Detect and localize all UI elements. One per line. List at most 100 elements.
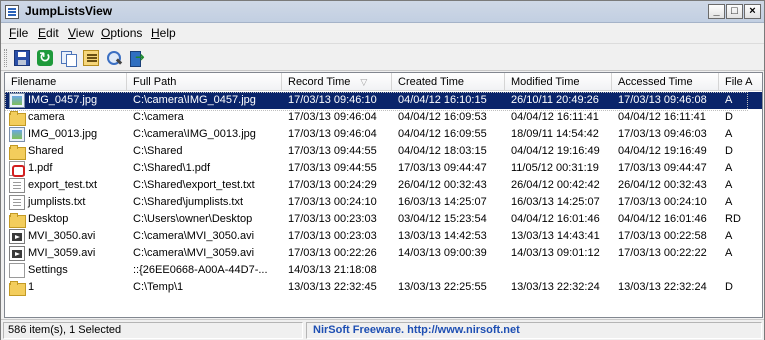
- properties-button[interactable]: [81, 48, 101, 68]
- window-title: JumpListsView: [25, 4, 113, 18]
- cell-filename: IMG_0457.jpg: [5, 92, 127, 109]
- menu-file[interactable]: File: [9, 26, 28, 40]
- table-row[interactable]: jumplists.txt C:\Shared\jumplists.txt 17/0…: [5, 194, 762, 211]
- cell-created-time: 14/03/13 09:00:39: [398, 247, 487, 259]
- cell-modified-time: 16/03/13 14:25:07: [511, 196, 600, 208]
- folder-file-icon: [9, 110, 26, 126]
- cell-filename: Shared: [5, 143, 127, 160]
- cell-file-attributes: A: [725, 230, 733, 242]
- table-row[interactable]: export_test.txt C:\Shared\export_test.txt…: [5, 177, 762, 194]
- table-row[interactable]: camera C:\camera 17/03/13 09:46:04 04/04/12…: [5, 109, 762, 126]
- table-row[interactable]: Settings::{26EE0668-A00A-44D7-... 14/03/1…: [5, 262, 762, 279]
- cell-full-path: C:\camera\MVI_3059.avi: [133, 247, 255, 259]
- doc-file-icon: [9, 178, 25, 193]
- column-header-file-attributes[interactable]: File A: [719, 73, 762, 91]
- app-icon: [5, 5, 19, 19]
- cell-created-time: 04/04/12 16:09:55: [398, 128, 487, 140]
- filename-text: MVI_3050.avi: [28, 230, 96, 242]
- cell-modified-time: 11/05/12 00:31:19: [511, 162, 599, 174]
- column-header-record-time[interactable]: Record Time ▽: [282, 73, 392, 91]
- toolbar: [1, 43, 764, 71]
- cell-record-time: 17/03/13 00:23:03: [288, 213, 377, 225]
- cell-accessed-time: 17/03/13 00:22:22: [618, 247, 707, 259]
- cell-file-attributes: A: [725, 128, 733, 140]
- maximize-button[interactable]: □: [726, 4, 743, 19]
- find-button[interactable]: [104, 48, 124, 68]
- exit-button[interactable]: [127, 48, 147, 68]
- cell-accessed-time: 17/03/13 09:46:03: [618, 128, 707, 140]
- cell-filename: MVI_3050.avi: [5, 228, 127, 245]
- cell-filename: Desktop: [5, 211, 127, 228]
- cell-accessed-time: 17/03/13 09:46:08: [618, 94, 707, 106]
- cell-full-path: C:\Users\owner\Desktop: [133, 213, 253, 225]
- filename-text: 1: [28, 281, 35, 293]
- filename-text: camera: [28, 111, 65, 123]
- table-row[interactable]: MVI_3050.avi C:\camera\MVI_3050.avi 17/03/…: [5, 228, 762, 245]
- save-button[interactable]: [12, 48, 32, 68]
- table-row[interactable]: Shared C:\Shared 17/03/13 09:44:55 04/04/12…: [5, 143, 762, 160]
- find-icon: [106, 50, 122, 66]
- cell-record-time: 17/03/13 00:24:29: [288, 179, 377, 191]
- cell-file-attributes: A: [725, 247, 733, 259]
- cell-full-path: C:\Temp\1: [133, 281, 184, 293]
- menu-help[interactable]: Help: [151, 26, 176, 40]
- cell-created-time: 26/04/12 00:32:43: [398, 179, 487, 191]
- title-bar[interactable]: JumpListsView _ □ ×: [1, 1, 764, 23]
- cell-created-time: 04/04/12 18:03:15: [398, 145, 487, 157]
- cell-record-time: 17/03/13 09:46:04: [288, 128, 377, 140]
- cell-accessed-time: 17/03/13 00:22:58: [618, 230, 707, 242]
- table-row[interactable]: 1.pdf C:\Shared\1.pdf 17/03/13 09:44:55 17/…: [5, 160, 762, 177]
- menu-edit[interactable]: Edit: [38, 26, 59, 40]
- cell-modified-time: [505, 262, 612, 279]
- cell-modified-time: 04/04/12 16:01:46: [511, 213, 600, 225]
- filename-text: Shared: [28, 145, 64, 157]
- jumplist-table[interactable]: Filename Full Path Record Time ▽ Created …: [4, 72, 763, 318]
- cell-filename: IMG_0013.jpg: [5, 126, 127, 143]
- cell-created-time: 04/04/12 16:10:15: [398, 94, 487, 106]
- cell-file-attributes: RD: [725, 213, 741, 225]
- table-row[interactable]: IMG_0013.jpg C:\camera\IMG_0013.jpg 17/03/…: [5, 126, 762, 143]
- cell-modified-time: 18/09/11 14:54:42: [511, 128, 599, 140]
- filename-text: MVI_3059.avi: [28, 247, 96, 259]
- filename-text: export_test.txt: [28, 179, 98, 191]
- cell-record-time: 17/03/13 00:24:10: [288, 196, 377, 208]
- cell-file-attributes: A: [725, 94, 733, 106]
- cell-record-time: 17/03/13 09:44:55: [288, 162, 377, 174]
- cell-filename: camera: [5, 109, 127, 126]
- menu-options[interactable]: Options: [101, 26, 142, 40]
- blank-file-icon: [9, 263, 25, 278]
- cell-filename: 1: [5, 279, 127, 296]
- column-header-full-path[interactable]: Full Path: [127, 73, 282, 91]
- image-file-icon: [9, 93, 25, 108]
- properties-icon: [83, 50, 99, 66]
- cell-file-attributes: A: [725, 196, 733, 208]
- image-file-icon: [9, 127, 25, 142]
- column-header-modified-time[interactable]: Modified Time: [505, 73, 612, 91]
- table-row[interactable]: IMG_0457.jpg C:\camera\IMG_0457.jpg 17/03/…: [5, 92, 762, 111]
- column-header-filename[interactable]: Filename: [5, 73, 127, 91]
- cell-created-time: 04/04/12 16:09:53: [398, 111, 487, 123]
- table-row[interactable]: MVI_3059.avi C:\camera\MVI_3059.avi 17/03/…: [5, 245, 762, 262]
- cell-full-path: C:\Shared: [133, 145, 183, 157]
- copy-button[interactable]: [58, 48, 78, 68]
- cell-modified-time: 26/04/12 00:42:42: [511, 179, 600, 191]
- cell-accessed-time: 04/04/12 16:11:41: [618, 111, 706, 123]
- close-button[interactable]: ×: [744, 4, 761, 19]
- toolbar-grip[interactable]: [4, 49, 7, 67]
- table-row[interactable]: Desktop C:\Users\owner\Desktop 17/03/13 00…: [5, 211, 762, 228]
- cell-full-path: C:\camera: [133, 111, 184, 123]
- folder-file-icon: [9, 144, 26, 160]
- filename-text: IMG_0013.jpg: [28, 128, 98, 140]
- status-credit-link[interactable]: NirSoft Freeware. http://www.nirsoft.net: [306, 322, 762, 339]
- column-header-created-time[interactable]: Created Time: [392, 73, 505, 91]
- table-row[interactable]: 1 C:\Temp\1 13/03/13 22:32:45 13/03/13 22:2…: [5, 279, 762, 296]
- cell-created-time: 17/03/13 09:44:47: [398, 162, 487, 174]
- refresh-button[interactable]: [35, 48, 55, 68]
- cell-full-path: ::{26EE0668-A00A-44D7-...: [133, 264, 268, 276]
- minimize-button[interactable]: _: [708, 4, 725, 19]
- doc-file-icon: [9, 195, 25, 210]
- menu-view[interactable]: View: [68, 26, 94, 40]
- cell-record-time: 17/03/13 09:46:10: [288, 94, 377, 106]
- cell-file-attributes: D: [725, 111, 733, 123]
- column-header-accessed-time[interactable]: Accessed Time: [612, 73, 719, 91]
